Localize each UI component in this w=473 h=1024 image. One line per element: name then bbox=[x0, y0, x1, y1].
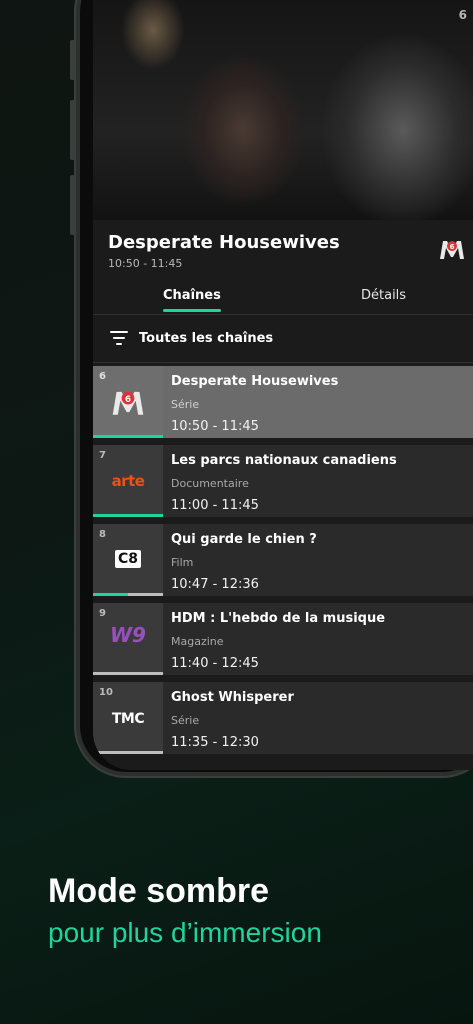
app-screen: 6 Desperate Housewives 10:50 - 11:45 6 C… bbox=[93, 0, 473, 770]
channel-number: 7 bbox=[99, 450, 106, 461]
channel-thumb: 9 W9 bbox=[93, 603, 163, 675]
program-genre: Magazine bbox=[171, 635, 224, 648]
channel-thumb: 8 C8 bbox=[93, 524, 163, 596]
caption-headline: Mode sombre bbox=[48, 872, 270, 910]
program-title: Ghost Whisperer bbox=[171, 690, 294, 705]
channel-thumb: 7 arte bbox=[93, 445, 163, 517]
program-title: HDM : L'hebdo de la musique bbox=[171, 611, 386, 626]
channel-thumb: 6 6 bbox=[93, 366, 163, 438]
svg-text:6: 6 bbox=[125, 395, 131, 405]
phone-volume-up bbox=[70, 100, 75, 160]
channel-filter[interactable]: Toutes les chaînes bbox=[93, 316, 473, 363]
channel-thumb: 10 TMC bbox=[93, 682, 163, 754]
program-genre: Documentaire bbox=[171, 477, 249, 490]
channel-list: 6 6 Desperate Housewives Série 10:50 - 1… bbox=[93, 366, 473, 761]
promo-caption: Mode sombre pour plus d’immersion bbox=[48, 872, 322, 949]
program-title: Desperate Housewives bbox=[171, 374, 339, 389]
channel-number: 9 bbox=[99, 608, 106, 619]
program-time: 11:35 - 12:30 bbox=[171, 735, 259, 750]
progress-bar bbox=[93, 514, 163, 517]
channel-row[interactable]: 10 TMC Ghost Whisperer Série 11:35 - 12:… bbox=[93, 682, 473, 754]
program-time: 11:40 - 12:45 bbox=[171, 656, 259, 671]
progress-bar bbox=[93, 751, 163, 754]
phone-volume-down bbox=[70, 175, 75, 235]
program-time: 10:50 - 11:45 bbox=[108, 257, 183, 270]
channel-watermark: 6 bbox=[458, 8, 467, 22]
channel-number: 6 bbox=[99, 371, 106, 382]
channel-row[interactable]: 7 arte Les parcs nationaux canadiens Doc… bbox=[93, 445, 473, 517]
svg-text:6: 6 bbox=[450, 243, 455, 251]
progress-bar bbox=[93, 435, 163, 438]
tab-channels[interactable]: Chaînes bbox=[163, 288, 221, 312]
phone-side-button bbox=[70, 40, 75, 80]
program-header: Desperate Housewives 10:50 - 11:45 bbox=[108, 232, 468, 270]
program-genre: Série bbox=[171, 398, 200, 411]
channel-number: 10 bbox=[99, 687, 113, 698]
program-genre: Série bbox=[171, 714, 200, 727]
filter-icon bbox=[110, 331, 128, 347]
program-genre: Film bbox=[171, 556, 194, 569]
arte-logo: arte bbox=[111, 472, 145, 490]
progress-bar bbox=[93, 593, 163, 596]
filter-label: Toutes les chaînes bbox=[139, 331, 274, 346]
video-player[interactable]: 6 bbox=[93, 0, 473, 220]
w9-logo: W9 bbox=[110, 623, 146, 647]
tab-bar: Chaînes Détails bbox=[93, 282, 473, 315]
c8-logo: C8 bbox=[114, 550, 141, 568]
channel-row[interactable]: 6 6 Desperate Housewives Série 10:50 - 1… bbox=[93, 366, 473, 438]
progress-bar bbox=[93, 672, 163, 675]
m6-logo-icon: 6 bbox=[440, 241, 464, 259]
channel-row[interactable]: 9 W9 HDM : L'hebdo de la musique Magazin… bbox=[93, 603, 473, 675]
tmc-logo: TMC bbox=[111, 711, 145, 727]
m6-logo-icon: 6 bbox=[93, 388, 163, 420]
channel-row[interactable]: 8 C8 Qui garde le chien ? Film 10:47 - 1… bbox=[93, 524, 473, 596]
program-time: 11:00 - 11:45 bbox=[171, 498, 259, 513]
program-title: Qui garde le chien ? bbox=[171, 532, 317, 547]
program-time: 10:50 - 11:45 bbox=[171, 419, 259, 434]
program-time: 10:47 - 12:36 bbox=[171, 577, 259, 592]
program-title: Les parcs nationaux canadiens bbox=[171, 453, 397, 468]
tab-details[interactable]: Détails bbox=[361, 288, 406, 303]
program-title: Desperate Housewives bbox=[108, 232, 340, 253]
caption-subline: pour plus d’immersion bbox=[48, 917, 322, 948]
channel-number: 8 bbox=[99, 529, 106, 540]
